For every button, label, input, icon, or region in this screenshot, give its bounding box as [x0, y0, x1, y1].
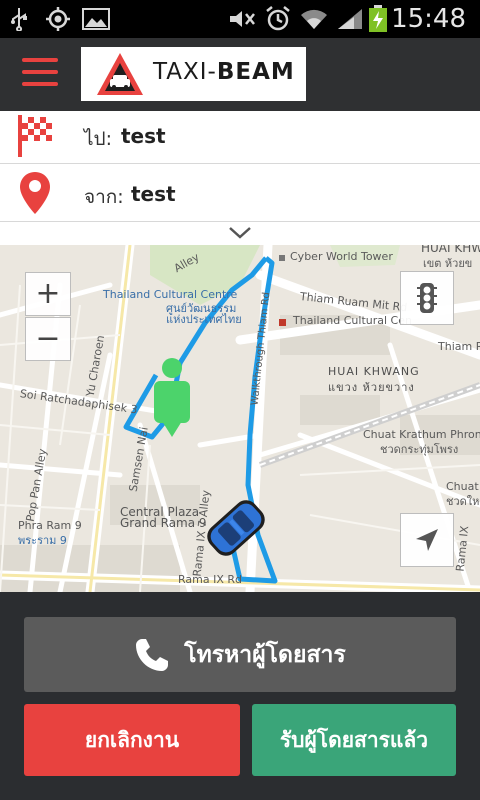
- logo-text: TAXI-BEAM: [153, 59, 295, 85]
- map-label: แขวง ห้วยขวาง: [328, 381, 415, 394]
- map-label: Thiam R: [438, 340, 480, 353]
- location-pin-icon: [20, 172, 50, 218]
- phone-icon: [136, 638, 169, 671]
- checkered-flag-icon: [16, 115, 56, 161]
- battery-charging-icon: [368, 5, 388, 32]
- alarm-icon: [264, 6, 292, 31]
- map-label: Thailand Cultural Cen: [293, 314, 412, 327]
- zoom-out-button[interactable]: −: [25, 317, 71, 361]
- map-label: ชวดกระทุ่มโพรง: [380, 443, 459, 456]
- taxi-car-marker-icon: [207, 500, 265, 556]
- map-view[interactable]: Cyber World Tower HUAI KHW เขต ห้วยข Tha…: [0, 245, 480, 592]
- navigation-arrow-icon: [416, 529, 438, 551]
- map-label: Grand Rama 9: [120, 516, 207, 530]
- origin-label: จาก:: [84, 186, 124, 208]
- usb-icon: [10, 7, 28, 31]
- wifi-icon: [300, 7, 328, 31]
- chevron-down-icon: [229, 227, 251, 239]
- app-bar: TAXI-BEAM: [0, 38, 480, 111]
- map-label: Cyber World Tower: [290, 250, 393, 263]
- status-bar: 15:48: [0, 0, 480, 38]
- signal-icon: [336, 7, 364, 31]
- taxi-beam-logo: TAXI-BEAM: [81, 47, 306, 101]
- call-passenger-label: โทรหาผู้โดยสาร: [184, 641, 346, 668]
- origin-value: test: [131, 182, 176, 206]
- my-location-button[interactable]: [400, 513, 454, 567]
- expand-details-button[interactable]: [0, 222, 480, 245]
- gallery-icon: [82, 7, 110, 31]
- map-label: พระราม 9: [18, 534, 67, 547]
- action-panel: โทรหาผู้โดยสาร ยกเลิกงาน รับผู้โดยสารแล้…: [0, 592, 480, 800]
- cancel-job-button[interactable]: ยกเลิกงาน: [24, 704, 240, 776]
- destination-label: ไป:: [84, 128, 113, 150]
- call-passenger-button[interactable]: โทรหาผู้โดยสาร: [24, 617, 456, 692]
- traffic-light-icon: [417, 283, 437, 313]
- map-label: Rama IX Rd: [178, 573, 242, 586]
- traffic-toggle-button[interactable]: [400, 271, 454, 325]
- map-label: เขต ห้วยข: [423, 257, 473, 270]
- zoom-in-button[interactable]: +: [25, 272, 71, 316]
- mute-icon: [228, 7, 258, 31]
- map-label: แห่งประเทศไทย: [166, 313, 242, 326]
- map-label: ชวดใหญ่: [446, 495, 480, 508]
- hamburger-icon[interactable]: [22, 58, 58, 88]
- passenger-picked-up-button[interactable]: รับผู้โดยสารแล้ว: [252, 704, 456, 776]
- gps-icon: [44, 7, 72, 31]
- logo-triangle-icon: [97, 53, 143, 95]
- map-label: HUAI KHWANG: [328, 365, 420, 378]
- destination-row[interactable]: ไป: test: [0, 111, 480, 164]
- passenger-marker-icon: [154, 358, 190, 437]
- destination-value: test: [121, 124, 166, 148]
- origin-row[interactable]: จาก: test: [0, 164, 480, 222]
- status-time: 15:48: [391, 4, 466, 34]
